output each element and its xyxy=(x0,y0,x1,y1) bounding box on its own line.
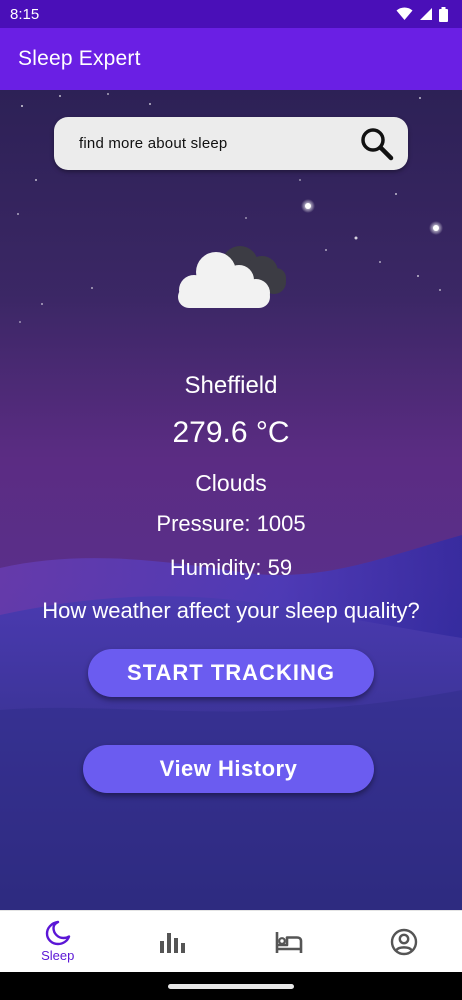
bottom-navigation: Sleep xyxy=(0,910,462,972)
status-bar: 8:15 xyxy=(0,0,462,28)
moon-icon xyxy=(45,920,70,946)
signal-icon xyxy=(420,8,432,20)
weather-temperature: 279.6 °C xyxy=(172,416,290,449)
nav-item-statistics[interactable] xyxy=(116,911,232,972)
battery-icon xyxy=(439,6,448,22)
search-box[interactable]: find more about sleep xyxy=(54,117,408,170)
start-tracking-button[interactable]: START TRACKING xyxy=(88,649,374,697)
sleep-quality-question: How weather affect your sleep quality? xyxy=(42,598,420,623)
system-gesture-bar xyxy=(0,972,462,1000)
search-text[interactable]: find more about sleep xyxy=(79,135,227,152)
weather-humidity: Humidity: 59 xyxy=(169,555,293,580)
app-title: Sleep Expert xyxy=(18,47,141,70)
account-icon xyxy=(391,928,418,955)
cloud-icon xyxy=(178,246,286,308)
weather-description: Clouds xyxy=(195,470,267,496)
main-content: find more about sleep Sheffield 279.6 °C… xyxy=(0,90,462,910)
gesture-handle[interactable] xyxy=(168,984,294,989)
status-icons xyxy=(396,6,448,22)
app-bar: Sleep Expert xyxy=(0,28,462,90)
wifi-icon xyxy=(396,7,413,20)
nav-item-bed[interactable] xyxy=(231,911,347,972)
view-history-button[interactable]: View History xyxy=(83,745,374,793)
bar-chart-icon xyxy=(160,932,186,953)
weather-city: Sheffield xyxy=(184,372,278,399)
search-icon[interactable] xyxy=(360,127,394,161)
nav-item-profile[interactable] xyxy=(347,911,462,972)
nav-label-sleep: Sleep xyxy=(41,948,75,963)
nav-item-sleep[interactable]: Sleep xyxy=(0,911,116,972)
status-time: 8:15 xyxy=(10,5,40,23)
weather-pressure: Pressure: 1005 xyxy=(156,511,306,536)
bed-icon xyxy=(275,931,303,953)
